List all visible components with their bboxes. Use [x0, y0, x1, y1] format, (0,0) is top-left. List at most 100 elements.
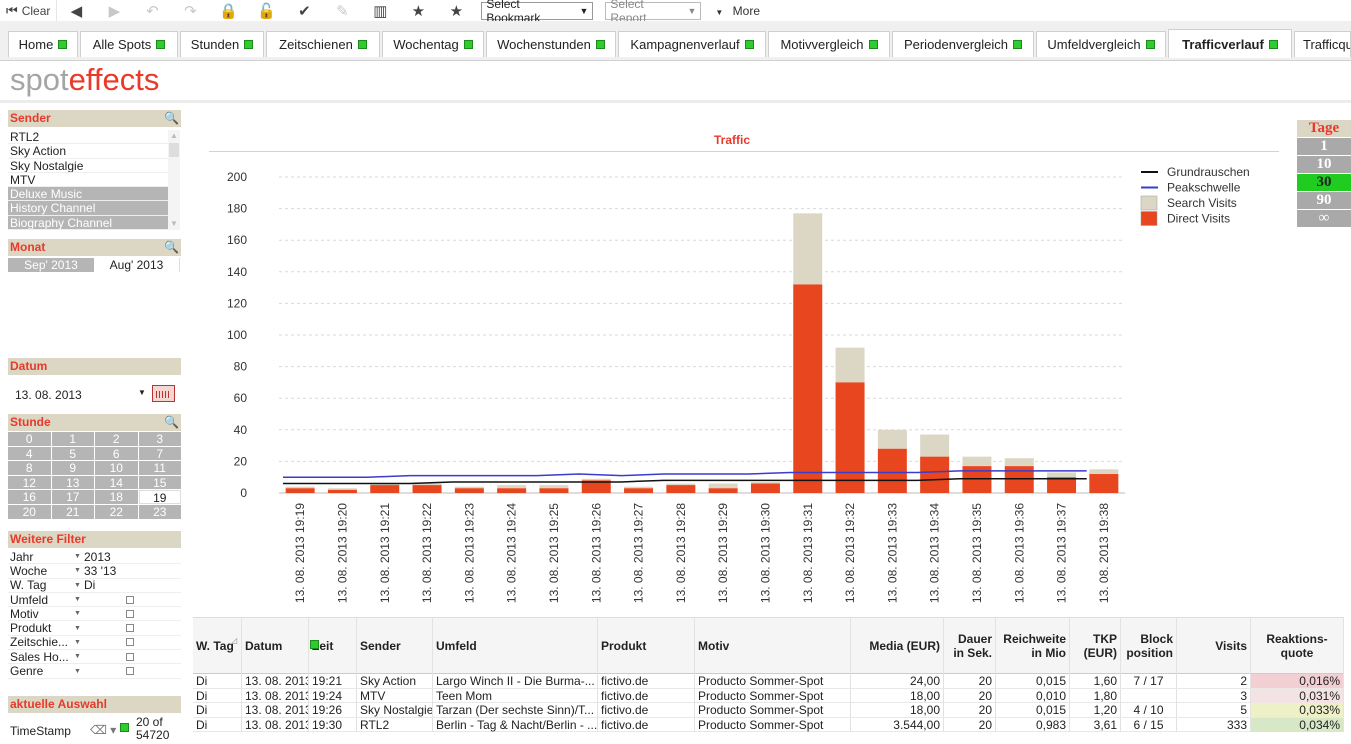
column-header[interactable]: Reichweite in Mio — [996, 618, 1070, 674]
tab-zeitschienen[interactable]: Zeitschienen — [266, 31, 380, 57]
column-header[interactable]: Motiv — [695, 618, 851, 674]
chevron-down-icon[interactable]: ▼ — [138, 388, 146, 397]
hour-cell-19[interactable]: 19 — [138, 490, 181, 505]
filter-checkbox[interactable] — [126, 624, 134, 633]
hour-cell-13[interactable]: 13 — [51, 475, 94, 490]
scroll-thumb[interactable] — [169, 143, 179, 157]
tab-motivvergleich[interactable]: Motivvergleich — [768, 31, 890, 57]
filter-checkbox[interactable] — [126, 609, 134, 618]
back-icon[interactable]: ◀ — [57, 0, 95, 21]
table-row[interactable]: Di 13. 08. 2013 19:24 MTV Teen Mom fictivo.de… — [193, 688, 1344, 703]
chevron-down-icon[interactable]: ▼ — [74, 653, 82, 660]
undo-icon[interactable]: ↶ — [133, 0, 171, 21]
filter-checkbox[interactable] — [126, 667, 134, 676]
filter-row[interactable]: W. Tag ▼ Di — [8, 578, 181, 593]
column-header[interactable]: Media (EUR) — [851, 618, 944, 674]
list-item[interactable]: Sky Action — [8, 144, 168, 159]
chevron-down-icon[interactable]: ▼ — [74, 553, 82, 560]
hour-cell-16[interactable]: 16 — [8, 490, 51, 504]
tage-option[interactable]: 10 — [1297, 156, 1351, 173]
chevron-down-icon[interactable]: ▼ — [74, 582, 82, 589]
sender-scrollbar[interactable]: ▲ ▼ — [168, 130, 180, 230]
column-header[interactable]: Reaktions-quote — [1251, 618, 1344, 674]
hour-cell-12[interactable]: 12 — [8, 475, 51, 490]
eraser-icon[interactable]: ⌫ ▾ — [90, 723, 116, 737]
column-header[interactable]: Produkt — [598, 618, 695, 674]
search-icon[interactable]: 🔍 — [164, 239, 179, 256]
tab-home[interactable]: Home — [8, 31, 78, 57]
chevron-down-icon[interactable]: ▼ — [74, 596, 82, 603]
filter-row[interactable]: Produkt ▼ — [8, 621, 181, 636]
forward-icon[interactable]: ▶ — [95, 0, 133, 21]
filter-row[interactable]: Zeitschie... ▼ — [8, 635, 181, 651]
filter-checkbox[interactable] — [126, 595, 134, 604]
column-header[interactable]: Block position — [1121, 618, 1177, 674]
column-header[interactable]: W. Tag — [193, 618, 242, 674]
filter-row[interactable]: Jahr ▼ 2013 — [8, 550, 181, 565]
lock-icon[interactable]: 🔒 — [209, 0, 247, 21]
hour-cell-21[interactable]: 21 — [51, 504, 94, 519]
hour-cell-14[interactable]: 14 — [95, 475, 138, 490]
hour-cell-4[interactable]: 4 — [8, 446, 51, 460]
chevron-down-icon[interactable]: ▼ — [74, 639, 82, 646]
hour-cell-3[interactable]: 3 — [138, 432, 181, 446]
table-row[interactable]: Di 13. 08. 2013 19:21 Sky Action Largo Winch… — [193, 674, 1344, 689]
filter-row[interactable]: Sales Ho... ▼ — [8, 650, 181, 665]
chevron-down-icon[interactable]: ▼ — [74, 567, 82, 574]
list-item[interactable]: MTV — [8, 173, 168, 188]
hour-cell-10[interactable]: 10 — [95, 461, 138, 475]
search-icon[interactable]: 🔍 — [164, 414, 179, 431]
column-header[interactable]: Datum — [242, 618, 309, 674]
tab-wochentag[interactable]: Wochentag — [382, 31, 484, 57]
report-select[interactable]: Select Report ▼ — [605, 0, 702, 25]
scroll-up-icon[interactable]: ▲ — [170, 131, 178, 140]
tage-option[interactable]: 1 — [1297, 138, 1351, 155]
column-header[interactable]: TKP (EUR) — [1070, 618, 1121, 674]
chevron-down-icon[interactable]: ▼ — [74, 668, 82, 675]
filter-row[interactable]: Motiv ▼ — [8, 607, 181, 622]
column-header[interactable]: Dauer in Sek. — [944, 618, 996, 674]
column-header[interactable]: Umfeld — [433, 618, 598, 674]
star-add-icon[interactable]: ★ — [399, 0, 437, 21]
hour-cell-9[interactable]: 9 — [51, 461, 94, 475]
table-row[interactable]: Di 13. 08. 2013 19:30 RTL2 Berlin - Tag & Na… — [193, 717, 1344, 732]
hour-cell-5[interactable]: 5 — [51, 446, 94, 460]
monat-item-sep[interactable]: Sep' 2013 — [8, 258, 94, 272]
hour-cell-22[interactable]: 22 — [95, 504, 138, 519]
bookmark-select[interactable]: Select Bookmark ▼ — [481, 0, 594, 25]
tage-option[interactable]: 90 — [1297, 192, 1351, 209]
hour-cell-2[interactable]: 2 — [95, 432, 138, 446]
list-item[interactable]: Sky Nostalgie — [8, 159, 168, 173]
clear-button[interactable]: ⏮ Clear — [0, 0, 56, 21]
filter-row[interactable]: Umfeld ▼ — [8, 593, 181, 608]
hour-cell-11[interactable]: 11 — [138, 461, 181, 475]
hour-cell-23[interactable]: 23 — [138, 504, 181, 519]
list-item[interactable]: Deluxe Music — [8, 187, 168, 202]
column-header[interactable]: Sender — [357, 618, 433, 674]
hour-cell-0[interactable]: 0 — [8, 432, 51, 446]
scroll-down-icon[interactable]: ▼ — [170, 219, 178, 228]
pen-icon[interactable]: ✎ — [323, 0, 361, 21]
tab-wochenstunden[interactable]: Wochenstunden — [486, 31, 616, 57]
list-item[interactable]: RTL2 — [8, 130, 168, 145]
chart-icon[interactable]: ▥ — [361, 0, 399, 21]
check-icon[interactable]: ✔ — [285, 0, 323, 21]
hour-cell-7[interactable]: 7 — [138, 446, 181, 460]
filter-checkbox[interactable] — [126, 652, 134, 661]
hour-cell-1[interactable]: 1 — [51, 432, 94, 446]
redo-icon[interactable]: ↷ — [171, 0, 209, 21]
hour-cell-20[interactable]: 20 — [8, 504, 51, 519]
hour-cell-15[interactable]: 15 — [138, 475, 181, 490]
tab-umfeldvergleich[interactable]: Umfeldvergleich — [1036, 31, 1166, 57]
table-row[interactable]: Di 13. 08. 2013 19:26 Sky Nostalgie Tarzan (… — [193, 703, 1344, 718]
filter-checkbox[interactable] — [126, 638, 134, 647]
tab-trafficquellen[interactable]: Trafficqu — [1294, 31, 1351, 57]
hour-cell-17[interactable]: 17 — [51, 490, 94, 504]
hour-cell-6[interactable]: 6 — [95, 446, 138, 460]
search-icon[interactable]: 🔍 — [164, 110, 179, 127]
tab-alle-spots[interactable]: Alle Spots — [80, 31, 178, 57]
sort-icon[interactable]: ◿ — [231, 636, 237, 645]
datum-value[interactable]: 13. 08. 2013 — [15, 388, 82, 402]
unlock-icon[interactable]: 🔓 — [247, 0, 285, 21]
tab-trafficverlauf[interactable]: Trafficverlauf — [1168, 29, 1292, 58]
